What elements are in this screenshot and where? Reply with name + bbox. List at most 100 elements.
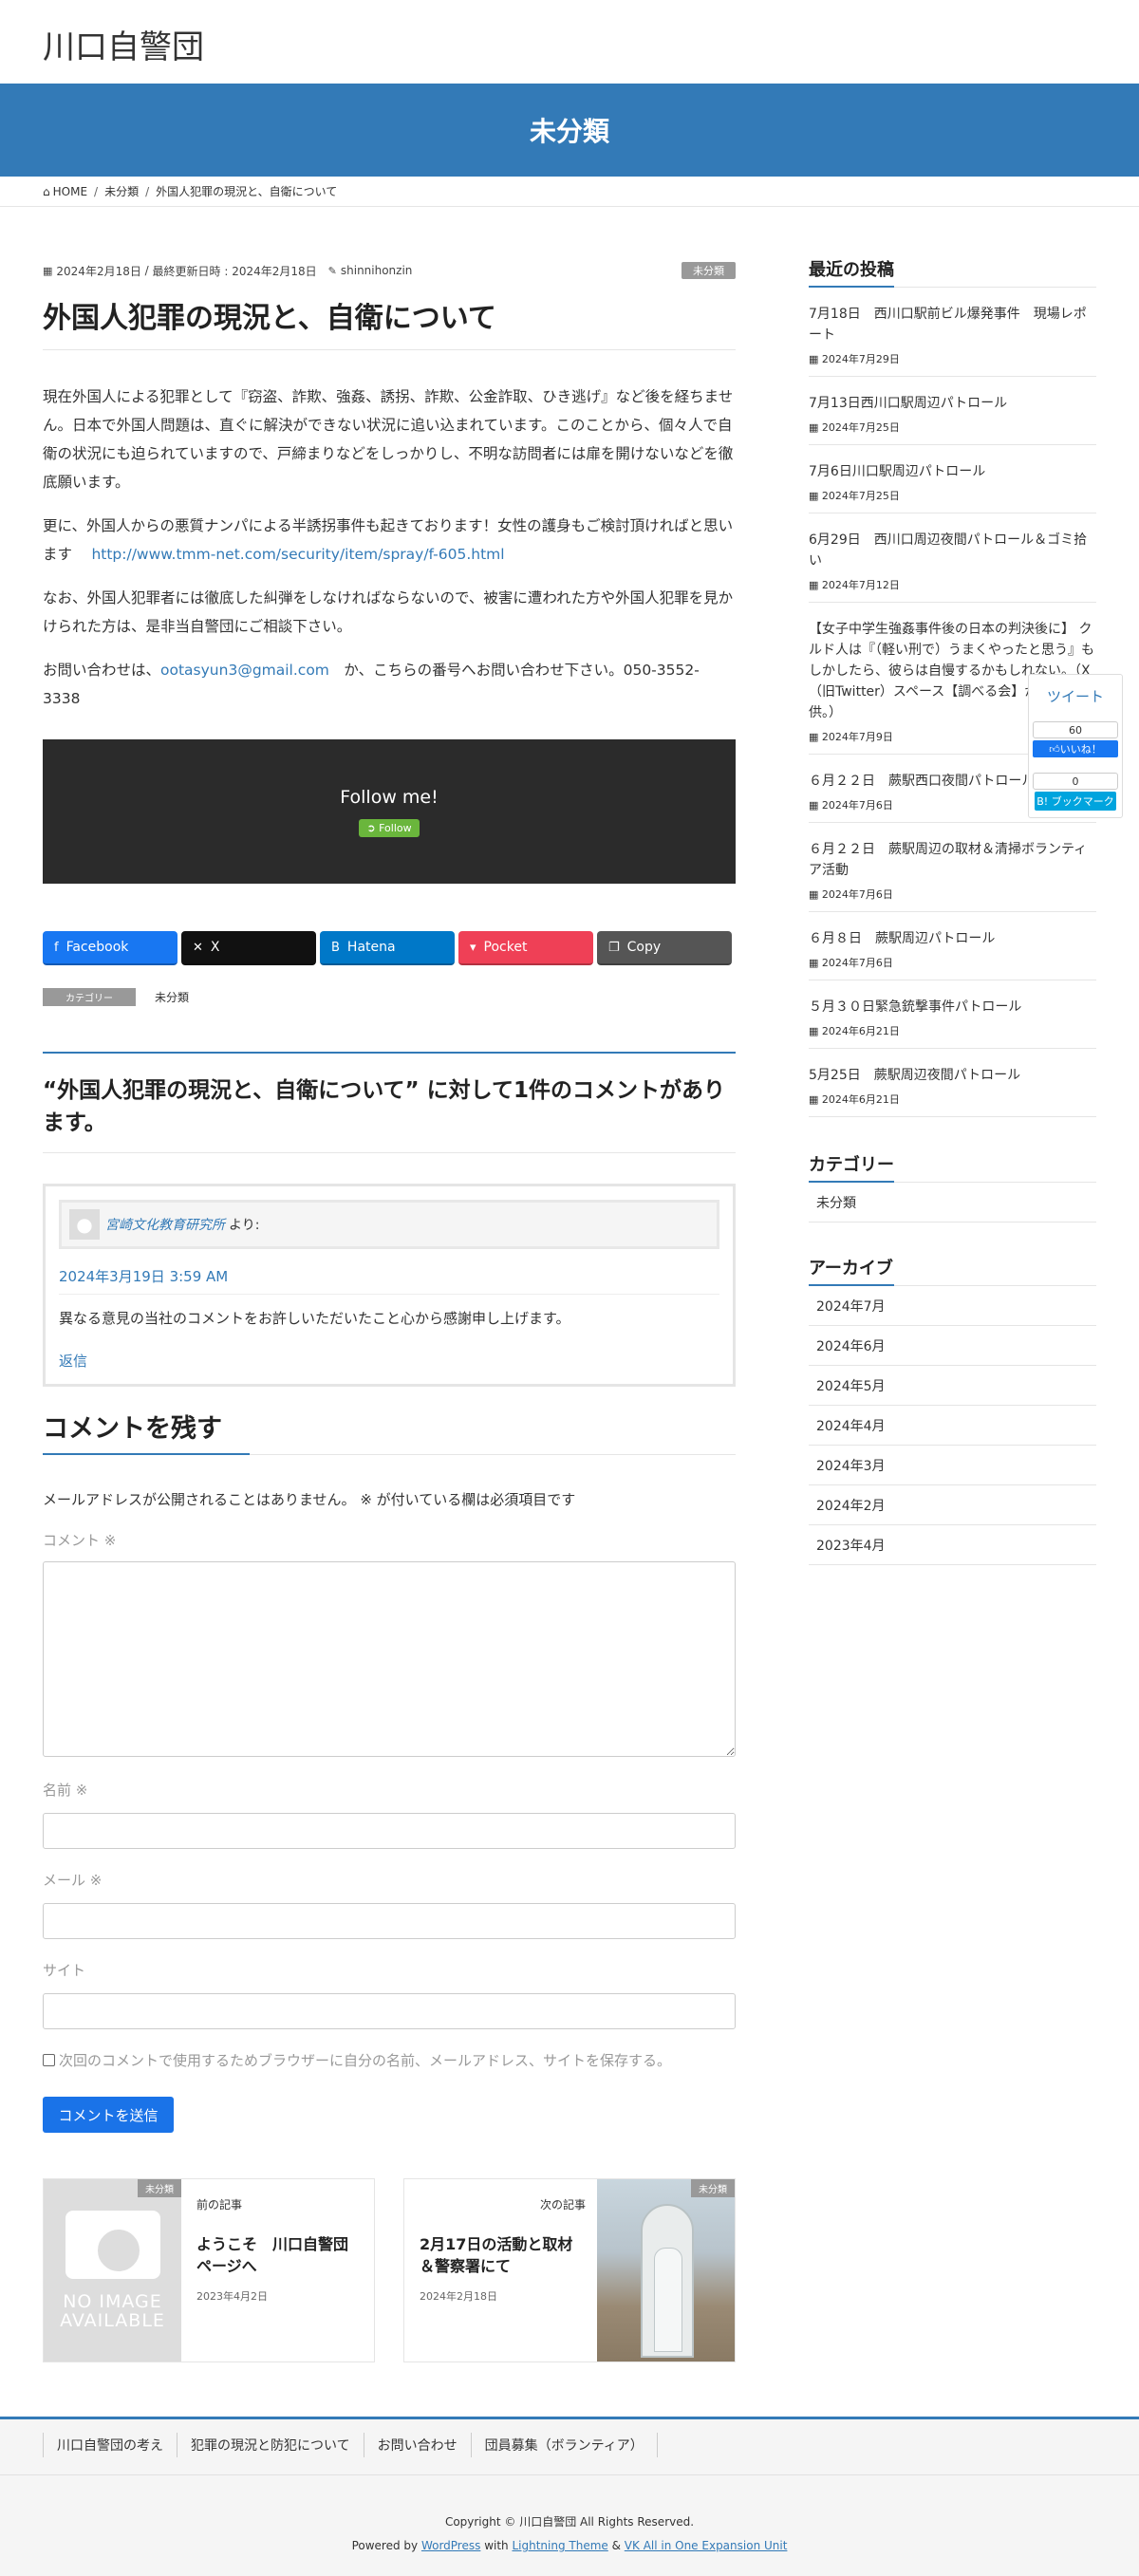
comment-date[interactable]: 2024年3月19日 3:59 AM [59,1266,719,1295]
thumbs-up-icon: 👍︎ [1049,742,1060,756]
categories-list: 未分類 [809,1183,1096,1223]
recent-post-item[interactable]: 7月13日西川口駅周辺パトロール ▦ 2024年7月25日 [809,377,1096,445]
post-updated: 最終更新日時 : 2024年2月18日 [152,264,317,278]
calendar-icon: ▦ [43,264,53,277]
footer-nav-item[interactable]: 団員募集（ボランティア） [470,2433,658,2457]
prev-post-card[interactable]: 未分類 NO IMAGE AVAILABLE 前の記事 ようこそ 川口自警団ページ… [43,2178,375,2362]
floating-share-panel: ツイート 60 👍︎ いいね！ 0 B! ブックマーク [1028,674,1123,818]
recent-post-item[interactable]: ６月８日 蕨駅周辺パトロール ▦ 2024年7月6日 [809,912,1096,980]
reply-link[interactable]: 返信 [59,1351,719,1371]
facebook-like-count: 60 [1033,721,1118,738]
recent-post-title[interactable]: 5月25日 蕨駅周辺夜間パトロール [809,1065,1096,1086]
email-input[interactable] [43,1903,736,1939]
banner-title: 未分類 [529,116,609,147]
share-button-x[interactable]: ✕ X [181,931,316,965]
calendar-icon: ▦ [809,1025,822,1037]
comments-title: “外国人犯罪の現況と、自衛について” に対して1件のコメントがあります。 [43,1052,736,1153]
comment-author-link[interactable]: 宮崎文化教育研究所 [105,1215,225,1234]
vk-expansion-link[interactable]: VK All in One Expansion Unit [625,2539,788,2552]
recent-post-title[interactable]: 7月18日 西川口駅前ビル爆発事件 現場レポート [809,304,1096,345]
recent-post-item[interactable]: 5月25日 蕨駅周辺夜間パトロール ▦ 2024年6月21日 [809,1049,1096,1117]
recent-post-item[interactable]: 7月18日 西川口駅前ビル爆発事件 現場レポート ▦ 2024年7月29日 [809,288,1096,377]
hatena-bookmark-button[interactable]: B! ブックマーク [1035,792,1116,811]
recent-post-date: ▦ 2024年6月21日 [809,1092,1096,1107]
archive-item[interactable]: 2024年5月 [809,1366,1096,1406]
recent-post-date-text: 2024年7月6日 [821,957,893,969]
archive-item[interactable]: 2024年3月 [809,1446,1096,1485]
no-image-line: AVAILABLE [60,2310,165,2331]
next-post-thumbnail: 未分類 [597,2179,735,2361]
facebook-icon: f [54,940,59,955]
prev-post-date: 2023年4月2日 [196,2290,268,2303]
spray-link[interactable]: http://www.tmm-net.com/security/item/spr… [91,546,504,563]
recent-posts-title: 最近の投稿 [809,256,1096,288]
share-button-copy[interactable]: ❐ Copy [597,931,732,965]
calendar-icon: ▦ [809,888,822,901]
recent-post-date: ▦ 2024年6月21日 [809,1023,1096,1038]
next-post-date: 2024年2月18日 [420,2290,497,2303]
recent-post-item[interactable]: 7月6日川口駅周辺パトロール ▦ 2024年7月25日 [809,445,1096,513]
archives-list: 2024年7月 2024年6月 2024年5月 2024年4月 2024年3月 2024年… [809,1286,1096,1565]
next-post-title: 2月17日の活動と取材＆警察署にて [420,2235,573,2275]
category-link[interactable]: 未分類 [155,989,189,1005]
footer-nav: 川口自警団の考え 犯罪の現況と防犯について お問い合わせ 団員募集（ボランティア） [43,2433,1139,2457]
archive-item[interactable]: 2024年2月 [809,1485,1096,1525]
follow-text: Follow me! [340,786,439,808]
recent-post-title[interactable]: 6月29日 西川口周辺夜間パトロール＆ゴミ拾い [809,530,1096,571]
powered-text: with [480,2539,513,2552]
pencil-icon: ✎ [327,264,337,277]
share-button-pocket[interactable]: ▾ Pocket [458,931,593,965]
post-paragraph: なお、外国人犯罪者には徹底した糾弾をしなければならないので、被害に遭われた方や外… [43,589,734,635]
post-paragraph: 現在外国人による犯罪として『窃盗、詐欺、強姦、誘拐、詐欺、公金詐取、ひき逃げ』な… [43,388,734,491]
site-header: 川口自警団 [0,0,1139,84]
post-navigation: 未分類 NO IMAGE AVAILABLE 前の記事 ようこそ 川口自警団ページ… [43,2178,736,2362]
email-link[interactable]: ootasyun3@gmail.com [160,662,329,679]
recent-post-title[interactable]: 7月13日西川口駅周辺パトロール [809,393,1096,414]
recent-post-item[interactable]: ６月２２日 蕨駅周辺の取材＆清掃ボランティア活動 ▦ 2024年7月6日 [809,823,1096,912]
facebook-like-button[interactable]: 👍︎ いいね！ [1033,740,1118,757]
recent-post-title[interactable]: ５月３０日緊急銃撃事件パトロール [809,997,1096,1017]
recent-post-item[interactable]: ５月３０日緊急銃撃事件パトロール ▦ 2024年6月21日 [809,980,1096,1049]
category-item[interactable]: 未分類 [809,1183,1096,1223]
name-input[interactable] [43,1813,736,1849]
footer-nav-item[interactable]: お問い合わせ [363,2433,472,2457]
portable-toilet-image [641,2204,694,2358]
submit-comment-button[interactable]: コメントを送信 [43,2097,174,2133]
wordpress-link[interactable]: WordPress [421,2539,480,2552]
comment-notes: メールアドレスが公開されることはありません。 ※ が付いている欄は必須項目です [43,1491,576,1508]
footer-nav-item[interactable]: 川口自警団の考え [43,2433,177,2457]
recent-post-title[interactable]: 7月6日川口駅周辺パトロール [809,461,1096,482]
post-title: 外国人犯罪の現況と、自衛について [43,294,736,350]
next-post-badge: 未分類 [691,2179,735,2197]
site-input[interactable] [43,1993,736,2029]
recent-post-title[interactable]: ６月８日 蕨駅周辺パトロール [809,928,1096,949]
recent-post-title[interactable]: ６月２２日 蕨駅周辺の取材＆清掃ボランティア活動 [809,839,1096,881]
archive-item[interactable]: 2024年7月 [809,1286,1096,1326]
comment-textarea[interactable] [43,1561,736,1757]
follow-button[interactable]: ➲ Follow [359,818,420,837]
share-button-facebook[interactable]: f Facebook [43,931,177,965]
category-badge[interactable]: 未分類 [682,262,736,279]
recent-post-date-text: 2024年7月9日 [821,731,893,743]
name-label: 名前 ※ [43,1782,88,1799]
share-button-hatena[interactable]: B Hatena [320,931,455,965]
recent-post-item[interactable]: 6月29日 西川口周辺夜間パトロール＆ゴミ拾い ▦ 2024年7月12日 [809,513,1096,603]
tweet-button[interactable]: ツイート [1047,686,1104,706]
post-author: shinnihonzin [340,264,413,277]
footer-nav-item[interactable]: 犯罪の現況と防犯について [177,2433,364,2457]
x-icon: ✕ [193,940,203,955]
recent-post-date: ▦ 2024年7月6日 [809,887,1096,902]
site-label: サイト [43,1962,86,1979]
cookie-checkbox[interactable] [43,2054,55,2066]
lightning-theme-link[interactable]: Lightning Theme [512,2539,607,2552]
archive-item[interactable]: 2024年4月 [809,1406,1096,1446]
breadcrumb-category[interactable]: 未分類 [104,183,139,199]
next-post-label: 次の記事 [539,2198,586,2212]
archive-item[interactable]: 2024年6月 [809,1326,1096,1366]
breadcrumb-home[interactable]: HOME [53,185,87,198]
breadcrumb-separator: / [145,184,150,198]
archive-item[interactable]: 2023年4月 [809,1525,1096,1565]
site-title[interactable]: 川口自警団 [43,21,204,67]
powered-text: & [607,2539,625,2552]
next-post-card[interactable]: 次の記事 2月17日の活動と取材＆警察署にて 2024年2月18日 未分類 [403,2178,736,2362]
